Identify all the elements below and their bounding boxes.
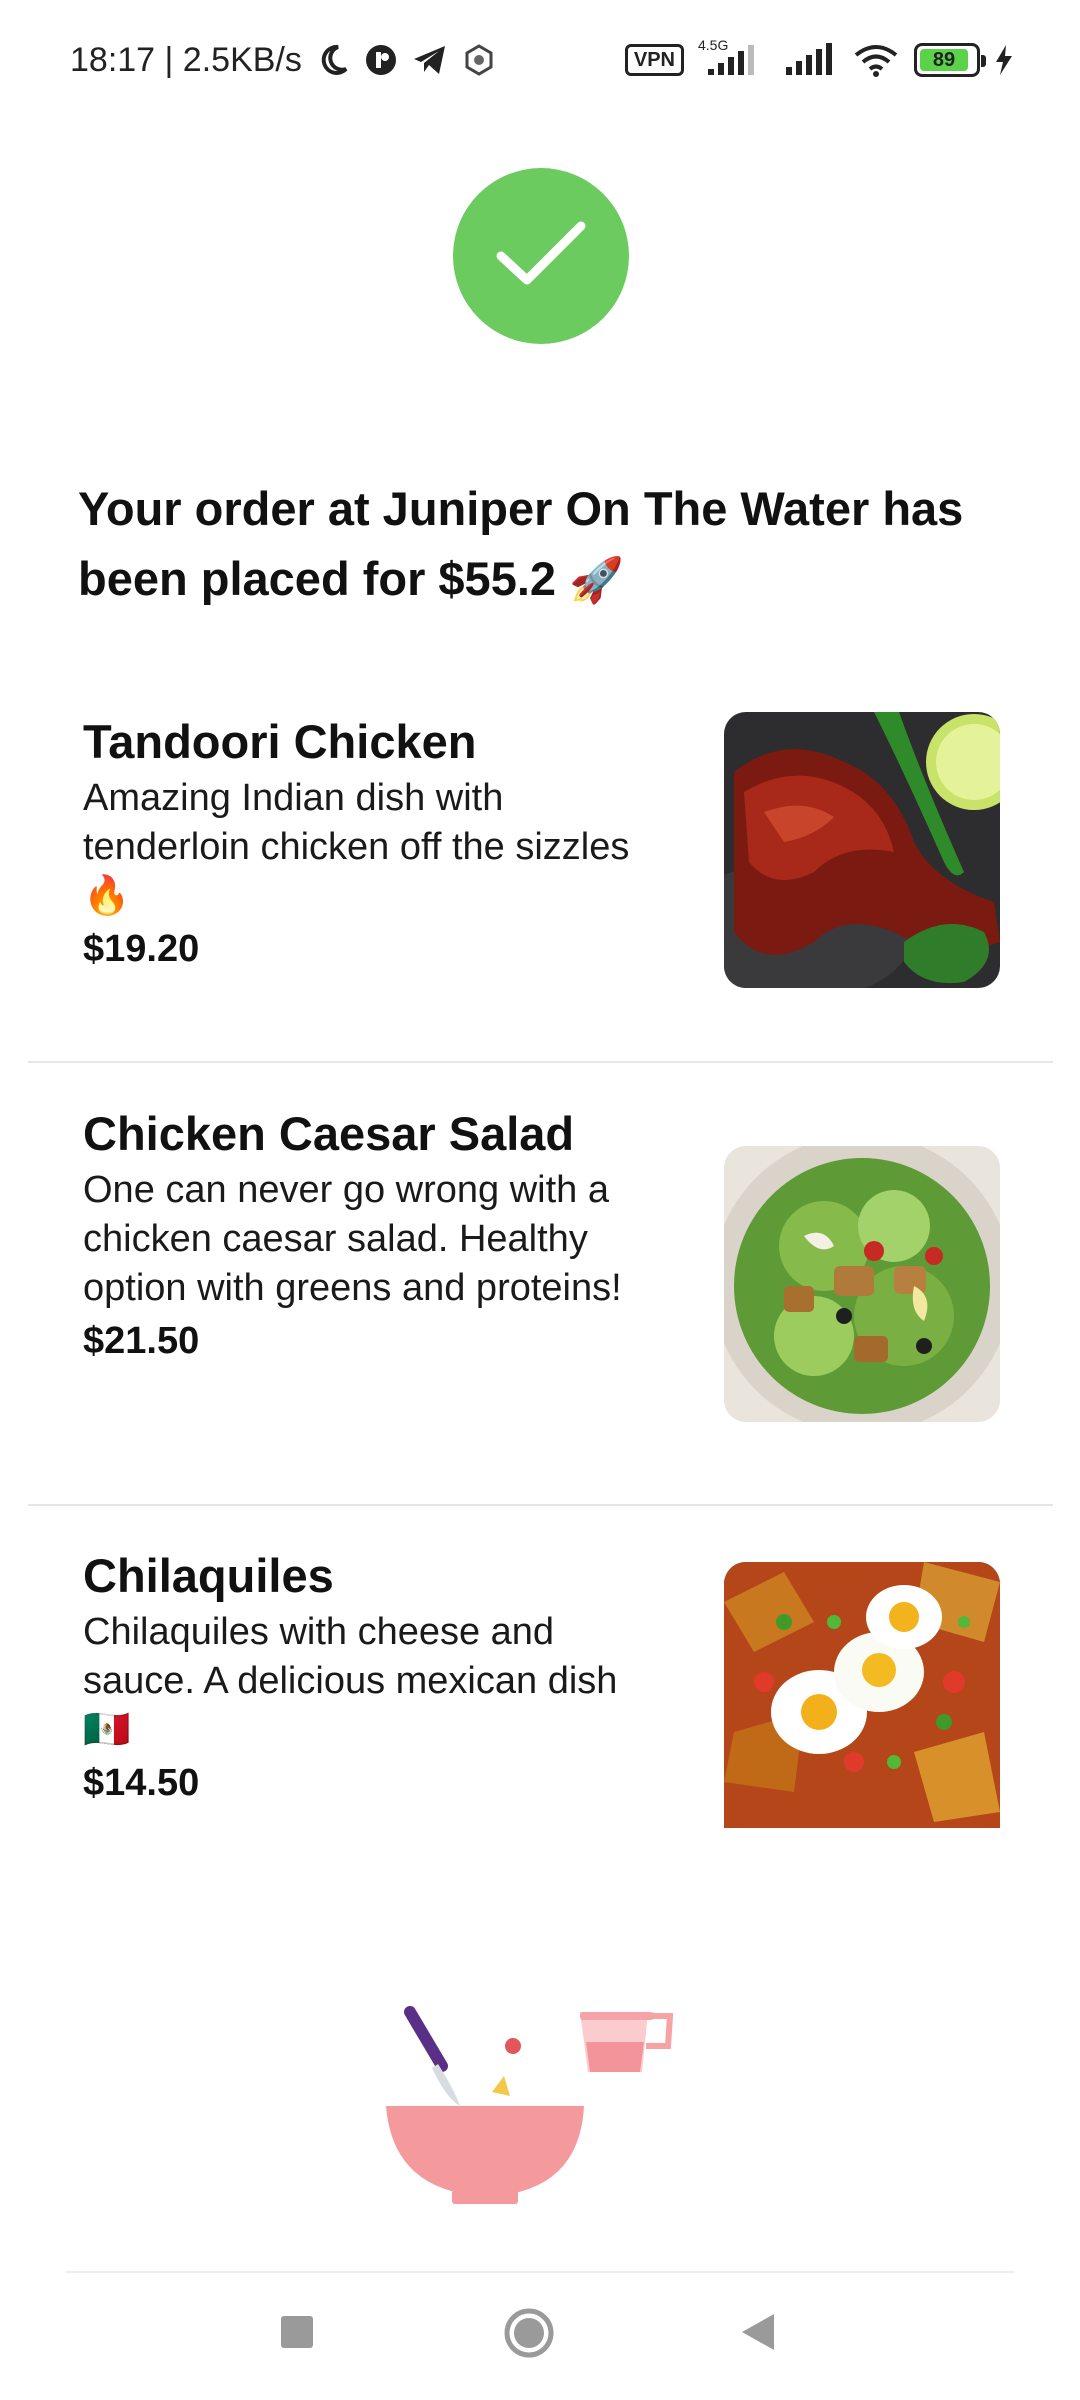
vpn-icon: VPN <box>624 44 684 76</box>
app-icon <box>364 43 398 77</box>
rocket-icon: 🚀 <box>569 556 624 605</box>
tandoori-chicken-photo <box>724 712 1000 988</box>
item-name: Tandoori Chicken <box>83 715 477 768</box>
order-confirmation-headline: Your order at Juniper On The Water has b… <box>78 474 1018 616</box>
status-right: VPN 4.5G 89 <box>624 37 1014 77</box>
back-button[interactable] <box>740 2312 776 2352</box>
charging-icon <box>994 43 1014 77</box>
item-divider <box>28 1061 1053 1063</box>
item-description: Amazing Indian dish with tenderloin chic… <box>83 777 630 917</box>
bottom-divider <box>66 2271 1014 2273</box>
item-divider <box>28 1504 1053 1506</box>
settings-icon <box>462 43 496 77</box>
caesar-salad-photo <box>724 1146 1000 1422</box>
order-confirmation-screen: 18:17 | 2.5KB/s VPN 4.5G 89 Your order a… <box>0 0 1080 2400</box>
item-price: $14.50 <box>83 1762 200 1804</box>
battery-icon: 89 <box>914 43 986 77</box>
status-time-speed: 18:17 | 2.5KB/s <box>70 40 302 79</box>
moon-icon <box>316 43 350 77</box>
order-item-details: Tandoori Chicken Amazing Indian dish wit… <box>83 712 643 975</box>
check-icon <box>491 214 591 299</box>
wifi-icon <box>852 43 900 77</box>
signal-icon: 4.5G <box>698 37 770 77</box>
item-description: One can never go wrong with a chicken ca… <box>83 1169 622 1309</box>
success-check-circle <box>453 168 629 344</box>
status-bar: 18:17 | 2.5KB/s VPN 4.5G 89 <box>0 0 1080 120</box>
mixing-bowl-illustration <box>380 2006 680 2251</box>
item-price: $21.50 <box>83 1320 200 1362</box>
home-button[interactable] <box>503 2307 555 2359</box>
order-item-details: Chilaquiles Chilaquiles with cheese and … <box>83 1546 643 1809</box>
item-price: $19.20 <box>83 928 200 970</box>
item-name: Chicken Caesar Salad <box>83 1107 575 1160</box>
battery-level: 89 <box>920 49 969 71</box>
recents-button[interactable] <box>279 2314 315 2350</box>
signal-icon <box>784 43 838 77</box>
headline-text: Your order at Juniper On The Water has b… <box>78 482 964 605</box>
telegram-icon <box>412 43 448 77</box>
status-left: 18:17 | 2.5KB/s <box>70 41 496 80</box>
system-nav-bar <box>0 2274 1080 2400</box>
order-item-details: Chicken Caesar Salad One can never go wr… <box>83 1104 643 1367</box>
network-type-label: 4.5G <box>698 37 729 53</box>
item-description: Chilaquiles with cheese and sauce. A del… <box>83 1611 618 1751</box>
item-name: Chilaquiles <box>83 1549 334 1602</box>
chilaquiles-photo <box>724 1562 1000 1828</box>
